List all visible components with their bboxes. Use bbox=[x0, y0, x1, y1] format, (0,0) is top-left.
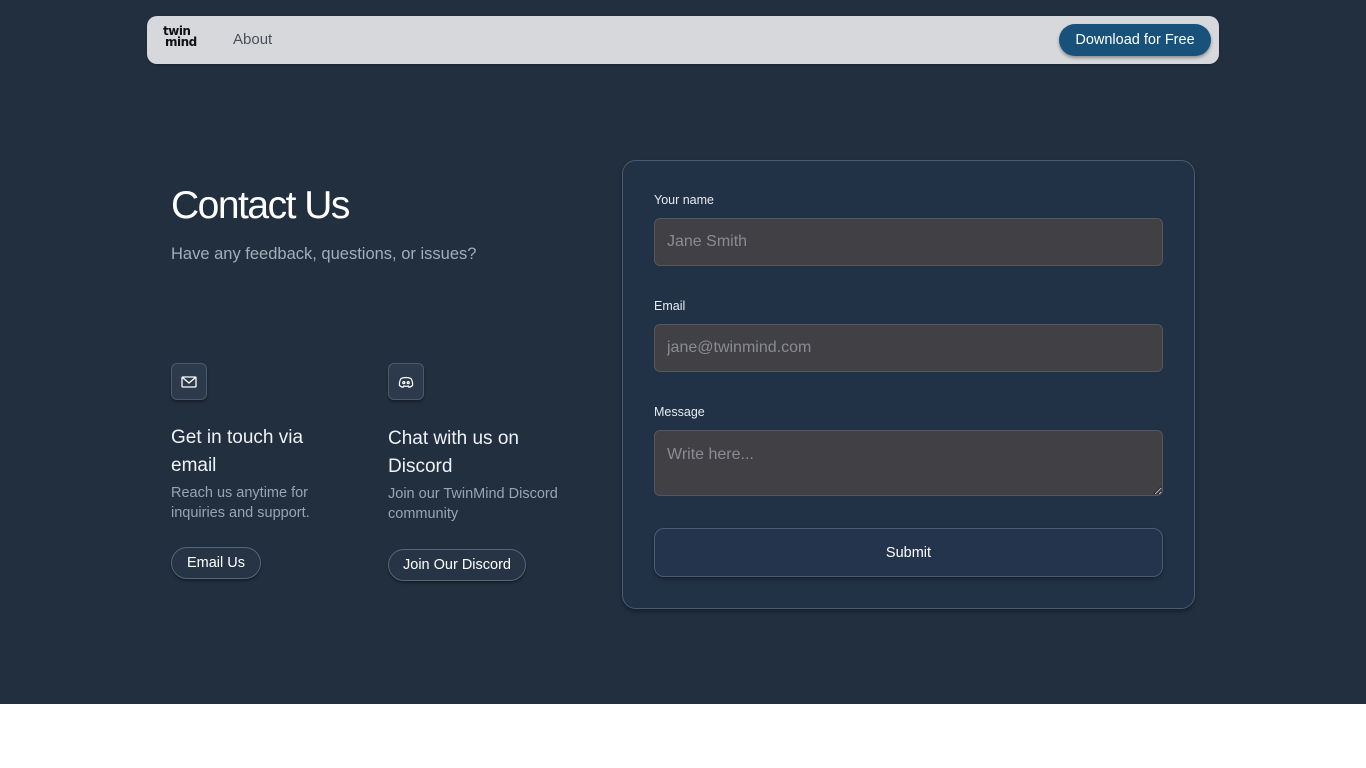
email-card-description: Reach us anytime for inquiries and suppo… bbox=[171, 485, 310, 521]
message-textarea[interactable] bbox=[654, 430, 1163, 496]
contact-form: Your name Email Message Submit bbox=[622, 160, 1195, 609]
join-discord-button[interactable]: Join Our Discord bbox=[388, 549, 526, 581]
email-us-button[interactable]: Email Us bbox=[171, 547, 261, 579]
submit-button[interactable]: Submit bbox=[654, 528, 1163, 577]
page-subtitle: Have any feedback, questions, or issues? bbox=[171, 245, 477, 263]
mail-icon bbox=[171, 363, 207, 400]
name-input[interactable] bbox=[654, 218, 1163, 266]
email-card-title: Get in touch via email bbox=[171, 427, 304, 476]
page-title: Contact Us bbox=[171, 184, 350, 227]
email-input[interactable] bbox=[654, 324, 1163, 372]
discord-card-description: Join our TwinMind Discord community bbox=[388, 486, 558, 522]
email-label: Email bbox=[654, 299, 686, 313]
discord-icon bbox=[388, 363, 424, 400]
message-label: Message bbox=[654, 405, 705, 419]
logo-line-2: mind bbox=[165, 35, 197, 49]
name-label: Your name bbox=[654, 193, 714, 207]
twinmind-logo[interactable]: twin mind bbox=[162, 25, 202, 54]
nav-link-about[interactable]: About bbox=[233, 31, 272, 48]
download-button[interactable]: Download for Free bbox=[1059, 24, 1211, 56]
top-navbar: twin mind About Download for Free bbox=[147, 16, 1219, 64]
discord-card-title: Chat with us on Discord bbox=[388, 428, 519, 477]
